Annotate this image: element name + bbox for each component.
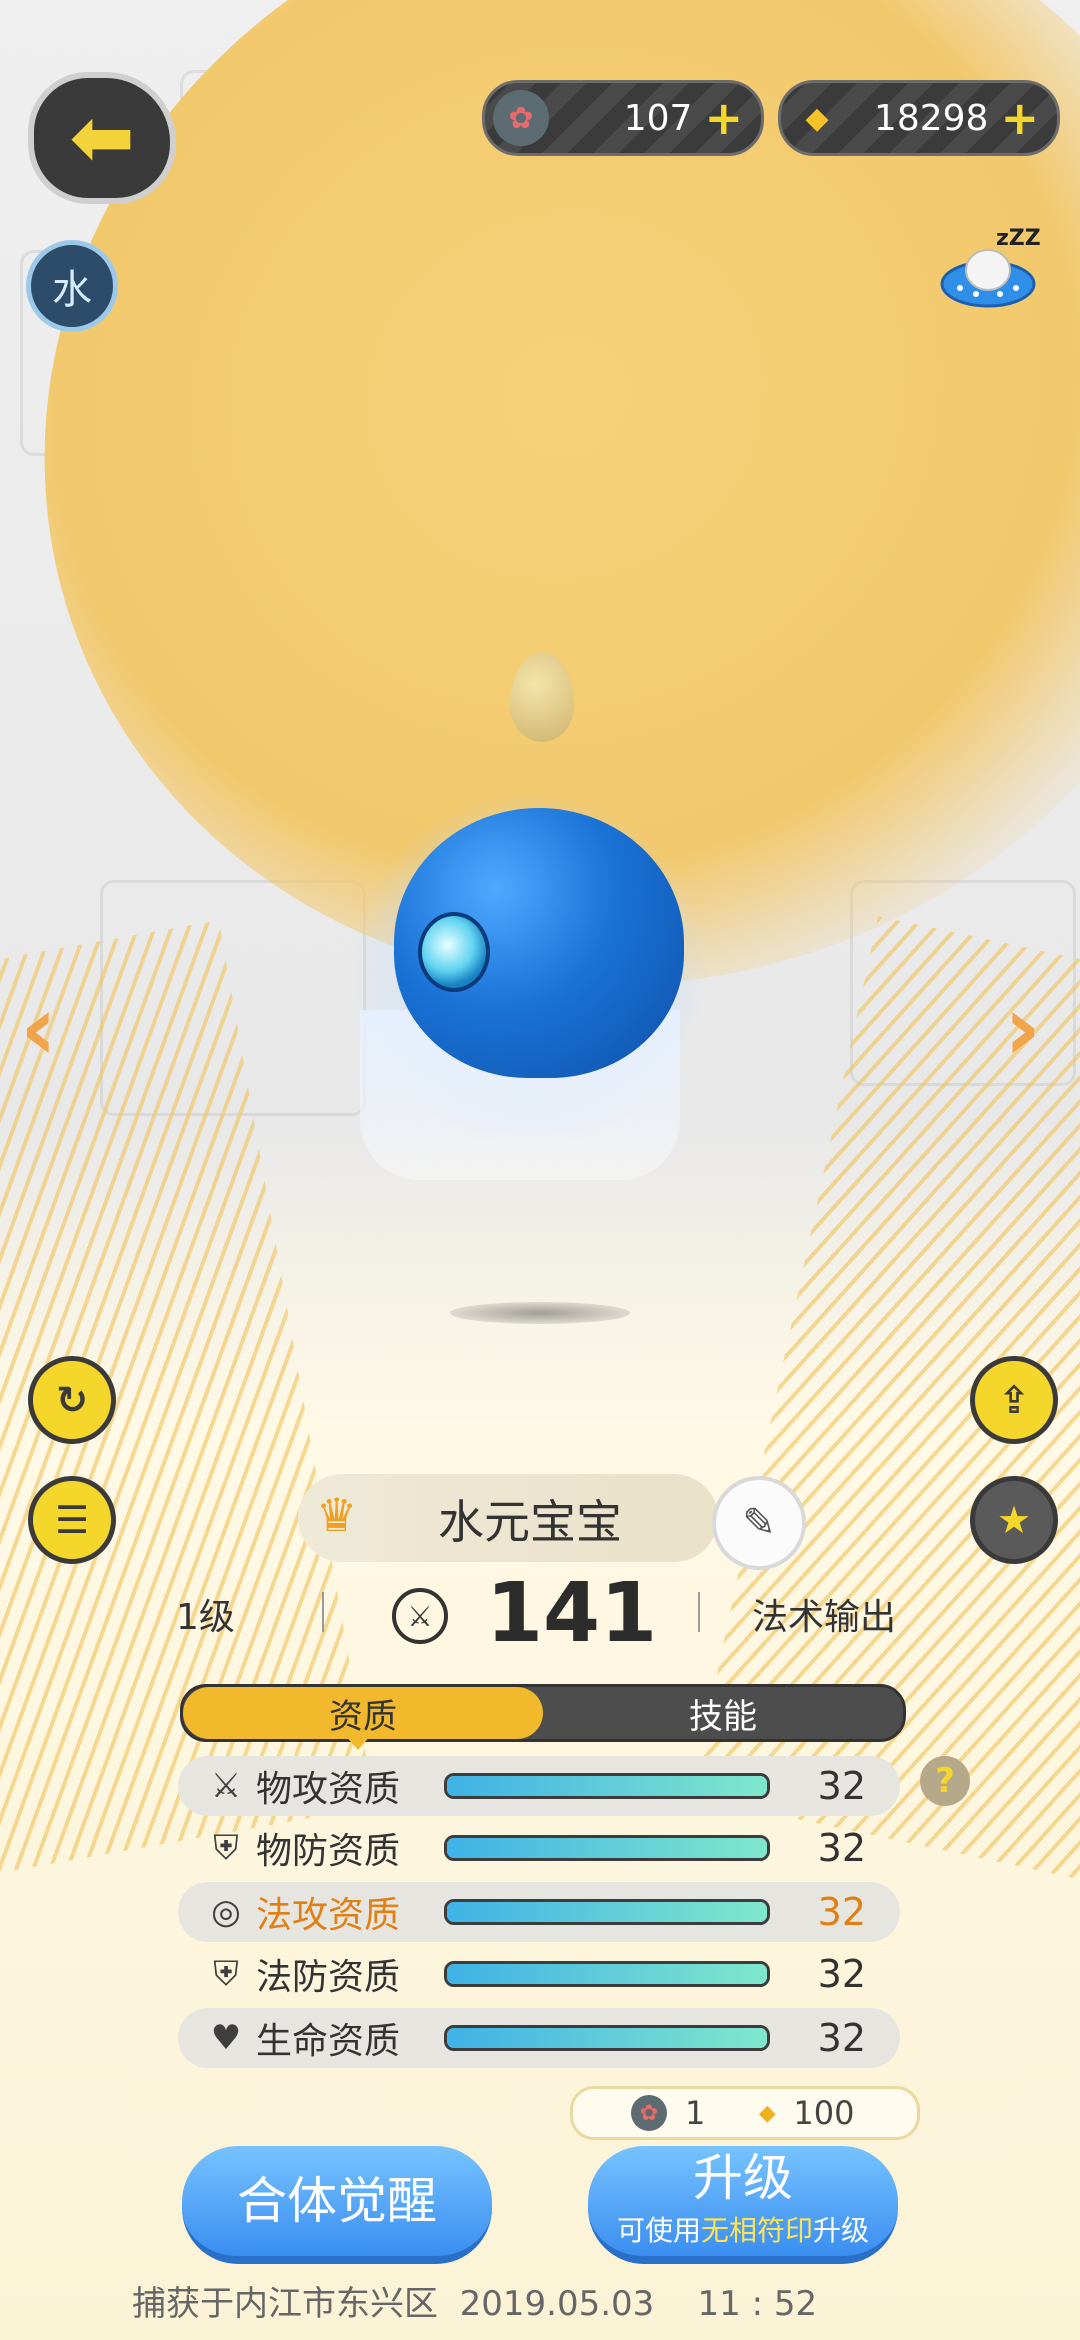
rename-button[interactable]: ✎ [712, 1476, 806, 1570]
share-icon: ⇪ [998, 1378, 1030, 1422]
stat-label: 法攻资质 [256, 1895, 401, 1936]
heart-icon: ♥ [210, 2018, 242, 2058]
creature-shadow [450, 1302, 630, 1324]
next-pet-arrow-icon[interactable]: › [1004, 976, 1041, 1081]
crown-icon: ♛ [316, 1488, 358, 1542]
stat-row-health: ♥ 生命资质 32 [178, 2008, 900, 2068]
stat-bar [444, 1899, 770, 1925]
list-button[interactable]: ☰ [28, 1476, 116, 1564]
stat-label: 物防资质 [256, 1831, 401, 1872]
pencil-icon: ✎ [742, 1500, 776, 1546]
back-arrow-icon: ⬅ [69, 93, 135, 183]
combat-power-value: 141 [486, 1566, 658, 1661]
magic-swirl-icon: ◎ [211, 1892, 241, 1932]
stat-bar [444, 1835, 770, 1861]
stat-bar-fill [447, 1902, 767, 1922]
shield-icon: ⛨ [213, 1828, 239, 1868]
stat-row-magic-defense: ⛨ 法防资质 32 [178, 1944, 900, 2004]
stat-label: 物攻资质 [256, 1769, 401, 1810]
stat-row-phys-attack: ⚔ 物攻资质 32 [178, 1756, 900, 1816]
crossed-swords-icon: ⚔ [210, 1766, 242, 1806]
stat-value: 32 [817, 1952, 866, 1996]
stat-value: 32 [817, 2016, 866, 2060]
creature-eye [418, 912, 490, 992]
stat-bar-fill [447, 1964, 767, 1984]
reset-button[interactable]: ↻ [28, 1356, 116, 1444]
stat-label: 生命资质 [256, 2021, 401, 2062]
currency-gem-value: 107 [623, 97, 693, 139]
stat-bar-fill [447, 2028, 767, 2048]
stat-value: 32 [817, 1826, 866, 1870]
add-gem-button[interactable]: + [704, 91, 743, 145]
star-icon: ★ [996, 1498, 1032, 1542]
detail-tabs: 资质 技能 [180, 1684, 906, 1742]
pet-level: 1级 [176, 1597, 235, 1638]
lotus-gem-icon: ✿ [493, 90, 549, 146]
water-element-badge[interactable]: 水 [26, 240, 118, 332]
stat-value: 32 [817, 1764, 866, 1808]
tab-aptitude[interactable]: 资质 [183, 1687, 543, 1739]
divider [698, 1592, 700, 1632]
capture-info: 捕获于内江市东兴区 2019.05.03 11 : 52 [132, 2284, 818, 2324]
stat-bar-fill [447, 1776, 767, 1796]
stat-bar [444, 1961, 770, 1987]
cost-gold-value: 100 [793, 2094, 855, 2132]
gold-shard-icon: ◆ [805, 100, 829, 136]
currency-gem-counter[interactable]: ✿ 107 + [482, 80, 764, 156]
stat-bar [444, 2025, 770, 2051]
share-button[interactable]: ⇪ [970, 1356, 1058, 1444]
tab-skills[interactable]: 技能 [543, 1687, 903, 1739]
pet-name: 水元宝宝 [438, 1495, 622, 1549]
previous-pet-arrow-icon[interactable]: ‹ [20, 976, 57, 1081]
favorite-button[interactable]: ★ [970, 1476, 1058, 1564]
stat-row-phys-defense: ⛨ 物防资质 32 [178, 1818, 900, 1878]
upgrade-hint: 可使用无相符印升级 [617, 2209, 869, 2249]
merge-button-label: 合体觉醒 [237, 2172, 437, 2230]
currency-gold-counter[interactable]: ◆ 18298 + [778, 80, 1060, 156]
cost-gem-value: 1 [685, 2094, 706, 2132]
magic-shield-icon: ⛨ [213, 1954, 239, 1994]
gold-shard-icon: ◆ [758, 2100, 776, 2126]
element-badge-label: 水 [52, 267, 92, 313]
stat-label: 法防资质 [256, 1957, 401, 1998]
pet-role: 法术输出 [752, 1597, 897, 1638]
combat-power-icon: ⚔ [392, 1588, 448, 1644]
stat-row-magic-attack: ◎ 法攻资质 32 [178, 1882, 900, 1942]
add-gold-button[interactable]: + [1000, 91, 1039, 145]
tab-indicator [344, 1734, 372, 1750]
stat-bar-fill [447, 1838, 767, 1858]
currency-gold-value: 18298 [873, 97, 989, 139]
sleep-zzz-icon: zZZ [996, 226, 1041, 251]
divider [322, 1592, 324, 1632]
upgrade-cost: ✿ 1 ◆ 100 [570, 2086, 920, 2140]
upgrade-hint-suffix: 升级 [813, 2214, 870, 2247]
upgrade-hint-prefix: 可使用 [616, 2214, 701, 2247]
back-button[interactable]: ⬅ [28, 72, 176, 204]
refresh-icon: ↻ [56, 1378, 88, 1422]
lotus-gem-icon: ✿ [631, 2095, 667, 2131]
merge-awaken-button[interactable]: 合体觉醒 [182, 2146, 492, 2264]
upgrade-button-label: 升级 [693, 2149, 793, 2207]
stat-value: 32 [817, 1890, 866, 1934]
list-icon: ☰ [54, 1498, 90, 1542]
help-button[interactable]: ? [920, 1756, 970, 1806]
upgrade-button[interactable]: 升级 可使用无相符印升级 [588, 2146, 898, 2264]
upgrade-hint-item: 无相符印 [700, 2214, 813, 2247]
stat-bar [444, 1773, 770, 1799]
